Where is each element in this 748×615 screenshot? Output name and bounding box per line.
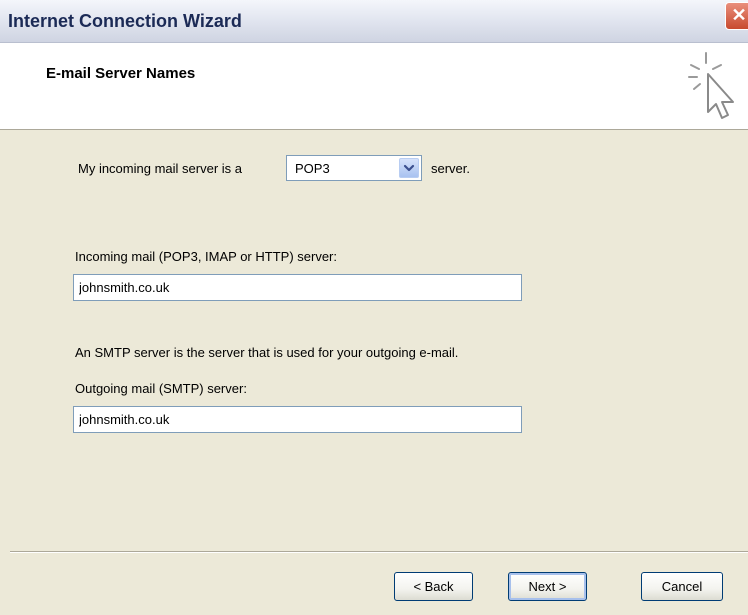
divider	[10, 551, 748, 553]
chevron-down-icon	[403, 164, 415, 172]
back-button[interactable]: < Back	[394, 572, 473, 601]
cursor-sparkle-icon	[688, 52, 734, 119]
title-bar[interactable]: Internet Connection Wizard ✕	[0, 0, 748, 43]
window-title: Internet Connection Wizard	[8, 11, 242, 31]
incoming-server-type-label: My incoming mail server is a	[78, 161, 242, 176]
incoming-server-input[interactable]	[73, 274, 522, 301]
smtp-description-text: An SMTP server is the server that is use…	[75, 345, 459, 360]
close-icon: ✕	[731, 5, 747, 25]
cancel-button[interactable]: Cancel	[641, 572, 723, 601]
wizard-content	[0, 130, 748, 550]
server-type-value: POP3	[295, 161, 330, 176]
dropdown-button[interactable]	[399, 158, 419, 178]
page-title: E-mail Server Names	[46, 65, 196, 82]
incoming-server-label: Incoming mail (POP3, IMAP or HTTP) serve…	[75, 249, 337, 264]
outgoing-server-input[interactable]	[73, 406, 522, 433]
outgoing-server-label: Outgoing mail (SMTP) server:	[75, 381, 247, 396]
server-type-select[interactable]: POP3	[286, 155, 422, 181]
wizard-header: E-mail Server Names	[0, 43, 748, 130]
next-button[interactable]: Next >	[508, 572, 587, 601]
close-button[interactable]: ✕	[725, 2, 748, 30]
server-suffix-label: server.	[431, 161, 471, 176]
